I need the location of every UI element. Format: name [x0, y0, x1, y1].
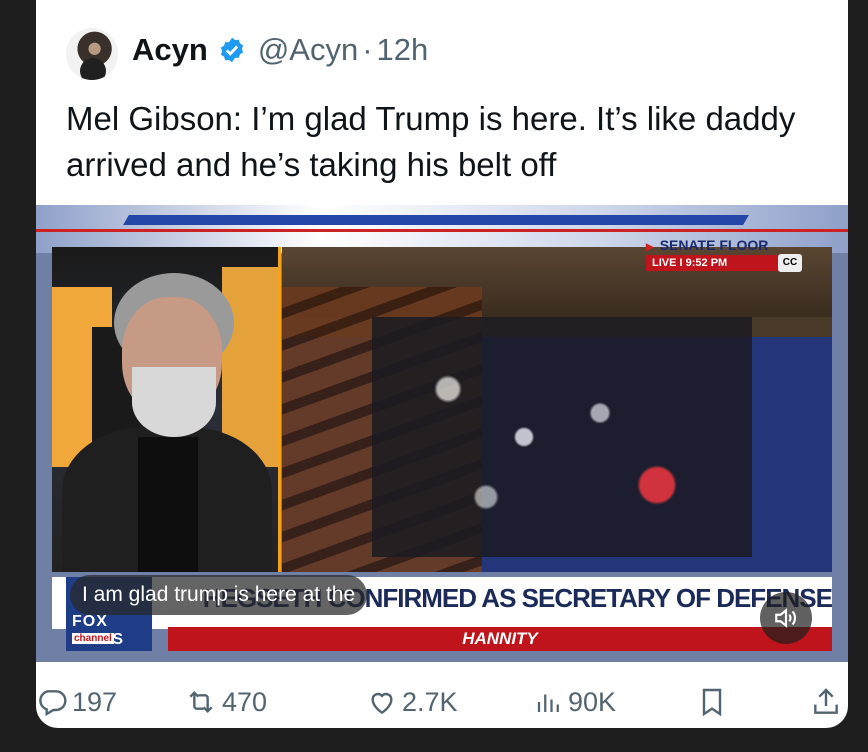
- video-red-line: [36, 229, 848, 232]
- tweet-actions: 197 470 2.7K 90K: [36, 680, 848, 728]
- reply-count: 197: [72, 686, 118, 717]
- views-count: 90K: [568, 686, 617, 717]
- senate-floor-label: SENATE FLOOR: [646, 237, 769, 253]
- repost-count: 470: [222, 686, 268, 717]
- video-banner-stripe: [123, 215, 749, 225]
- like-icon: [371, 692, 393, 715]
- senate-floor-bug: SENATE FLOOR LIVE I 9:52 PM CC: [634, 237, 834, 277]
- bookmark-icon: [702, 688, 722, 717]
- mute-button[interactable]: [760, 592, 812, 644]
- like-count: 2.7K: [402, 686, 458, 717]
- network-logo-sub: channel: [72, 633, 114, 644]
- author-avatar[interactable]: [66, 28, 118, 80]
- reply-icon: [39, 690, 67, 717]
- author-handle[interactable]: @Acyn: [258, 32, 358, 68]
- separator-dot: ·: [362, 32, 373, 67]
- repost-icon: [189, 690, 213, 714]
- tweet-timestamp[interactable]: 12h: [377, 32, 429, 68]
- tweet-text: Mel Gibson: I’m glad Trump is here. It’s…: [66, 100, 796, 183]
- share-icon: [814, 688, 838, 714]
- views-button[interactable]: 90K: [534, 680, 616, 724]
- mute-icon: [775, 608, 797, 628]
- repost-button[interactable]: 470: [184, 680, 267, 724]
- views-icon: [537, 694, 559, 712]
- verified-badge-icon: [220, 37, 243, 63]
- show-name: HANNITY: [462, 629, 538, 648]
- share-button[interactable]: [810, 680, 846, 724]
- show-name-bar: HANNITY: [168, 627, 832, 651]
- reply-button[interactable]: 197: [36, 680, 117, 724]
- author-name[interactable]: Acyn: [132, 32, 208, 68]
- live-badge: LIVE I 9:52 PM: [646, 255, 780, 271]
- video-caption: I am glad trump is here at the: [70, 575, 368, 615]
- video-senate-pane: [282, 247, 832, 572]
- like-button[interactable]: 2.7K: [366, 680, 458, 724]
- cc-badge: CC: [778, 254, 802, 272]
- tweet-header: Acyn @Acyn · 12h: [132, 30, 428, 70]
- video-guest-pane: [52, 247, 281, 572]
- bookmark-button[interactable]: [696, 680, 732, 724]
